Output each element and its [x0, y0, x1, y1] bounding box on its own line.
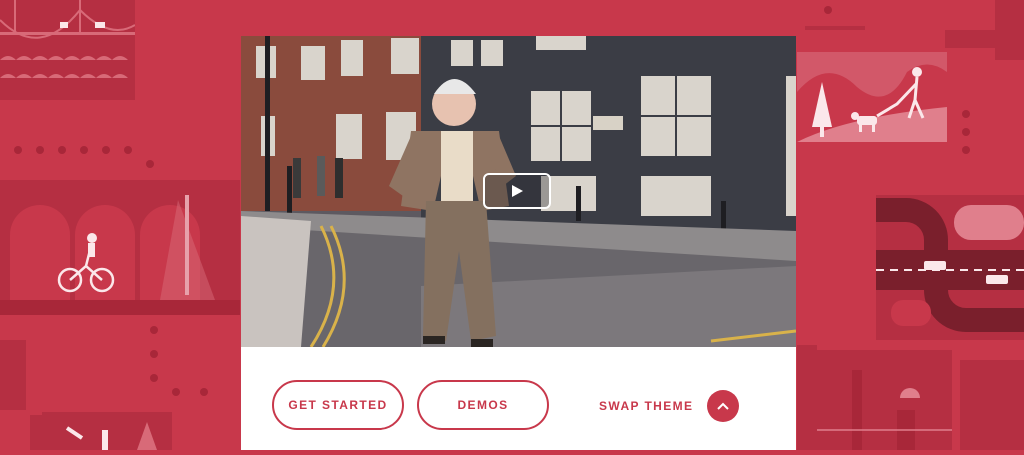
deco-dot — [962, 110, 970, 118]
road-illustration — [876, 195, 1024, 340]
deco-block — [960, 360, 1024, 450]
deco-dot — [102, 146, 110, 154]
deco-dot — [36, 146, 44, 154]
demos-button[interactable]: DEMOS — [417, 380, 549, 430]
deco-dot — [146, 160, 154, 168]
road-graphic — [876, 198, 1024, 332]
deco-block — [797, 345, 817, 450]
bridge-illustration — [0, 0, 136, 100]
skyline-illustration — [812, 350, 952, 450]
deco-dot — [172, 388, 180, 396]
deco-block — [945, 30, 1024, 48]
deco-dot — [58, 146, 66, 154]
deco-dot — [962, 146, 970, 154]
dog-walker-graphic — [797, 64, 947, 142]
video-player[interactable] — [241, 36, 796, 347]
deco-dot — [80, 146, 88, 154]
telescope-illustration — [42, 412, 172, 450]
deco-dot — [962, 128, 970, 136]
deco-dot — [150, 374, 158, 382]
deco-dot — [124, 146, 132, 154]
deco-dot — [824, 6, 832, 14]
cyclist-graphic — [0, 195, 240, 315]
deco-dot — [200, 388, 208, 396]
dog-walker-illustration — [797, 52, 947, 142]
get-started-button[interactable]: GET STARTED — [272, 380, 404, 430]
play-icon — [512, 185, 523, 197]
cyclist-illustration — [0, 180, 240, 315]
skyline-graphic — [812, 370, 952, 450]
bridge-graphic — [0, 0, 136, 78]
telescope-graphic — [65, 422, 157, 450]
deco-dot — [150, 326, 158, 334]
swap-theme-label: SWAP THEME — [599, 399, 694, 413]
deco-block — [0, 340, 26, 410]
chevron-up-icon — [707, 390, 740, 422]
deco-dot — [150, 350, 158, 358]
deco-dot — [14, 146, 22, 154]
deco-block — [805, 26, 865, 30]
action-card: GET STARTED DEMOS SWAP THEME — [241, 347, 796, 450]
play-button[interactable] — [483, 173, 551, 209]
swap-theme-button[interactable]: SWAP THEME — [599, 389, 740, 423]
